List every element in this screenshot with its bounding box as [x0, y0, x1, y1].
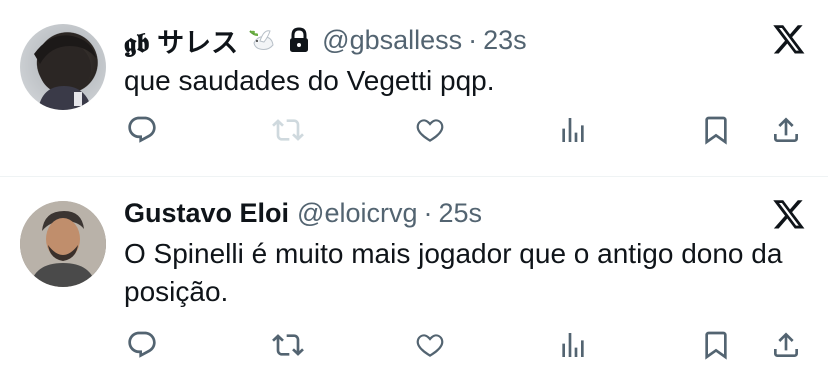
user-handle[interactable]: @eloicrvg — [297, 198, 417, 229]
x-logo-icon — [772, 22, 806, 56]
bookmark-icon — [705, 116, 727, 145]
tweet-actions — [0, 110, 828, 150]
heart-icon — [416, 119, 444, 142]
separator: · — [423, 197, 433, 228]
separator: · — [468, 24, 478, 55]
like-button[interactable] — [410, 110, 450, 150]
reply-icon — [128, 116, 156, 143]
timestamp[interactable]: 23s — [483, 25, 527, 56]
share-icon — [774, 332, 798, 357]
tweet[interactable]: 𝖌𝖇 サレス @gbsalless · 23s que saudades do … — [0, 0, 828, 176]
dove-emoji-icon — [246, 25, 276, 55]
retweet-button[interactable] — [268, 110, 308, 150]
analytics-icon — [562, 118, 584, 142]
reply-button[interactable] — [122, 110, 162, 150]
timestamp[interactable]: 25s — [439, 198, 483, 229]
avatar[interactable] — [20, 201, 106, 287]
bookmark-button[interactable] — [696, 110, 736, 150]
user-handle[interactable]: @gbsalless — [322, 25, 462, 56]
views-button[interactable] — [553, 325, 593, 365]
like-button[interactable] — [410, 325, 450, 365]
tweet-header: 𝖌𝖇 サレス @gbsalless · 23s — [124, 22, 527, 58]
tweet[interactable]: Gustavo Eloi @eloicrvg · 25s O Spinelli … — [0, 177, 828, 388]
x-logo-icon — [772, 197, 806, 231]
bookmark-button[interactable] — [696, 325, 736, 365]
tweet-text: que saudades do Vegetti pqp. — [124, 65, 495, 96]
views-button[interactable] — [553, 110, 593, 150]
tweet-actions — [0, 325, 828, 365]
heart-icon — [416, 334, 444, 357]
retweet-icon — [272, 119, 304, 141]
display-name[interactable]: 𝖌𝖇 サレス — [124, 21, 238, 60]
reply-icon — [128, 331, 156, 358]
retweet-icon — [272, 334, 304, 356]
share-button[interactable] — [766, 110, 806, 150]
retweet-button[interactable] — [268, 325, 308, 365]
display-name[interactable]: Gustavo Eloi — [124, 198, 289, 229]
share-button[interactable] — [766, 325, 806, 365]
tweet-text: O Spinelli é muito mais jogador que o an… — [124, 238, 783, 307]
lock-icon — [284, 25, 314, 55]
tweet-header: Gustavo Eloi @eloicrvg · 25s — [124, 195, 482, 231]
share-icon — [774, 117, 798, 142]
bookmark-icon — [705, 331, 727, 360]
analytics-icon — [562, 333, 584, 357]
avatar[interactable] — [20, 24, 106, 110]
reply-button[interactable] — [122, 325, 162, 365]
